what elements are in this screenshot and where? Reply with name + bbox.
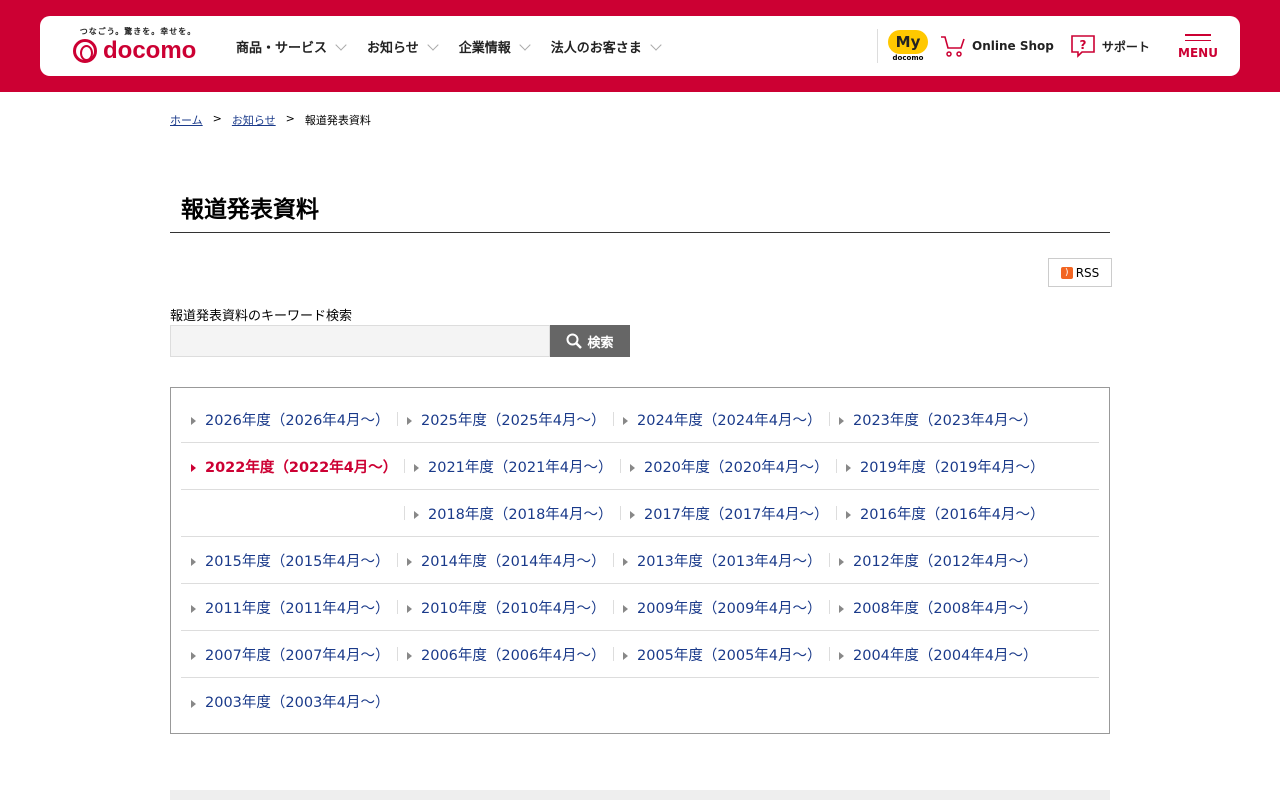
tagline: つなごう。驚きを。幸せを。 xyxy=(79,27,197,36)
header: つなごう。驚きを。幸せを。 docomo 商品・サービス お知らせ 企業情報 法… xyxy=(40,16,1240,76)
year-link[interactable]: 2003年度（2003年4月～） xyxy=(181,691,397,712)
online-shop-label: Online Shop xyxy=(972,39,1054,53)
search-input[interactable] xyxy=(170,325,550,357)
online-shop-link[interactable]: Online Shop xyxy=(940,34,1054,58)
year-row: 2007年度（2007年4月～） 2006年度（2006年4月～） 2005年度（2… xyxy=(181,631,1099,678)
search-button[interactable]: 検索 xyxy=(550,325,630,357)
year-link[interactable]: 2010年度（2010年4月～） xyxy=(397,597,613,618)
support-label: サポート xyxy=(1101,39,1150,54)
year-link[interactable]: 2016年度（2016年4月～） xyxy=(836,503,1052,524)
year-row: 2018年度（2018年4月～） 2017年度（2017年4月～） 2016年度（2… xyxy=(181,490,1099,537)
my-docomo-link[interactable]: My docomo xyxy=(888,30,928,62)
my-badge: My xyxy=(888,30,928,54)
chevron-down-icon xyxy=(519,38,531,51)
year-row: 2003年度（2003年4月～） xyxy=(181,678,1099,725)
year-link[interactable]: 2021年度（2021年4月～） xyxy=(404,456,620,477)
year-row: 2011年度（2011年4月～） 2010年度（2010年4月～） 2009年度（2… xyxy=(181,584,1099,631)
logo-text: docomo xyxy=(103,37,197,64)
year-link[interactable]: 2004年度（2004年4月～） xyxy=(829,644,1045,665)
menu-label: MENU xyxy=(1178,46,1218,60)
year-row: 2022年度（2022年4月～） 2021年度（2021年4月～） 2020年度（2… xyxy=(181,443,1099,490)
year-link[interactable]: 2020年度（2020年4月～） xyxy=(620,456,836,477)
nav-label: 企業情報 xyxy=(458,41,511,56)
year-link[interactable]: 2011年度（2011年4月～） xyxy=(181,597,397,618)
search-button-label: 検索 xyxy=(587,334,614,350)
nav-business[interactable]: 法人のお客さま xyxy=(550,37,662,56)
year-link[interactable]: 2022年度（2022年4月～） xyxy=(181,456,404,477)
breadcrumb-home[interactable]: ホーム xyxy=(170,112,203,128)
year-row: 2015年度（2015年4月～） 2014年度（2014年4月～） 2013年度（2… xyxy=(181,537,1099,584)
rss-icon: ) xyxy=(1060,266,1073,279)
chevron-down-icon xyxy=(427,38,439,51)
year-link[interactable]: 2024年度（2024年4月～） xyxy=(613,409,829,430)
menu-button[interactable]: MENU xyxy=(1178,34,1218,60)
year-link[interactable]: 2012年度（2012年4月～） xyxy=(829,550,1045,571)
nav-label: お知らせ xyxy=(367,41,419,56)
year-link[interactable]: 2006年度（2006年4月～） xyxy=(397,644,613,665)
year-link[interactable]: 2025年度（2025年4月～） xyxy=(397,409,613,430)
page-title: 報道発表資料 xyxy=(170,190,1110,233)
year-link[interactable]: 2013年度（2013年4月～） xyxy=(613,550,829,571)
breadcrumb-news[interactable]: お知らせ xyxy=(232,112,276,128)
logo-icon xyxy=(73,39,97,63)
year-link[interactable]: 2026年度（2026年4月～） xyxy=(181,409,397,430)
year-link[interactable]: 2017年度（2017年4月～） xyxy=(620,503,836,524)
breadcrumb-current: 報道発表資料 xyxy=(304,114,371,127)
search-icon xyxy=(566,333,583,349)
nav-corporate[interactable]: 企業情報 xyxy=(458,37,531,56)
support-link[interactable]: ? サポート xyxy=(1070,34,1150,58)
nav-label: 商品・サービス xyxy=(236,41,328,56)
divider xyxy=(877,29,878,63)
main-nav: 商品・サービス お知らせ 企業情報 法人のお客さま xyxy=(236,37,662,56)
year-link[interactable]: 2005年度（2005年4月～） xyxy=(613,644,829,665)
footer-band xyxy=(170,790,1110,800)
year-link[interactable]: 2019年度（2019年4月～） xyxy=(836,456,1052,477)
year-link[interactable]: 2014年度（2014年4月～） xyxy=(397,550,613,571)
year-row: 2026年度（2026年4月～） 2025年度（2025年4月～） 2024年度（2… xyxy=(181,396,1099,443)
rss-label: RSS xyxy=(1075,265,1100,280)
breadcrumb-sep: > xyxy=(212,112,222,125)
nav-label: 法人のお客さま xyxy=(550,41,642,56)
svg-text:?: ? xyxy=(1079,38,1086,52)
year-link[interactable]: 2007年度（2007年4月～） xyxy=(181,644,397,665)
year-list: 2026年度（2026年4月～） 2025年度（2025年4月～） 2024年度（2… xyxy=(170,387,1110,734)
chevron-down-icon xyxy=(335,38,347,51)
breadcrumb-sep: > xyxy=(285,112,295,125)
nav-news[interactable]: お知らせ xyxy=(367,37,439,56)
year-link[interactable]: 2008年度（2008年4月～） xyxy=(829,597,1045,618)
breadcrumb: ホーム > お知らせ > 報道発表資料 xyxy=(170,112,371,128)
help-icon: ? xyxy=(1071,35,1095,58)
cart-icon xyxy=(941,36,965,57)
search-label: 報道発表資料のキーワード検索 xyxy=(170,309,353,324)
year-link[interactable]: 2015年度（2015年4月～） xyxy=(181,550,397,571)
chevron-down-icon xyxy=(650,38,662,51)
docomo-logo[interactable]: つなごう。驚きを。幸せを。 docomo xyxy=(73,26,203,65)
top-bar: つなごう。驚きを。幸せを。 docomo 商品・サービス お知らせ 企業情報 法… xyxy=(0,0,1280,92)
nav-products[interactable]: 商品・サービス xyxy=(236,37,347,56)
year-link[interactable]: 2009年度（2009年4月～） xyxy=(613,597,829,618)
year-link[interactable]: 2023年度（2023年4月～） xyxy=(829,409,1045,430)
year-link[interactable]: 2018年度（2018年4月～） xyxy=(404,503,620,524)
rss-button[interactable]: ) RSS xyxy=(1048,258,1112,287)
my-sub: docomo xyxy=(892,54,924,62)
